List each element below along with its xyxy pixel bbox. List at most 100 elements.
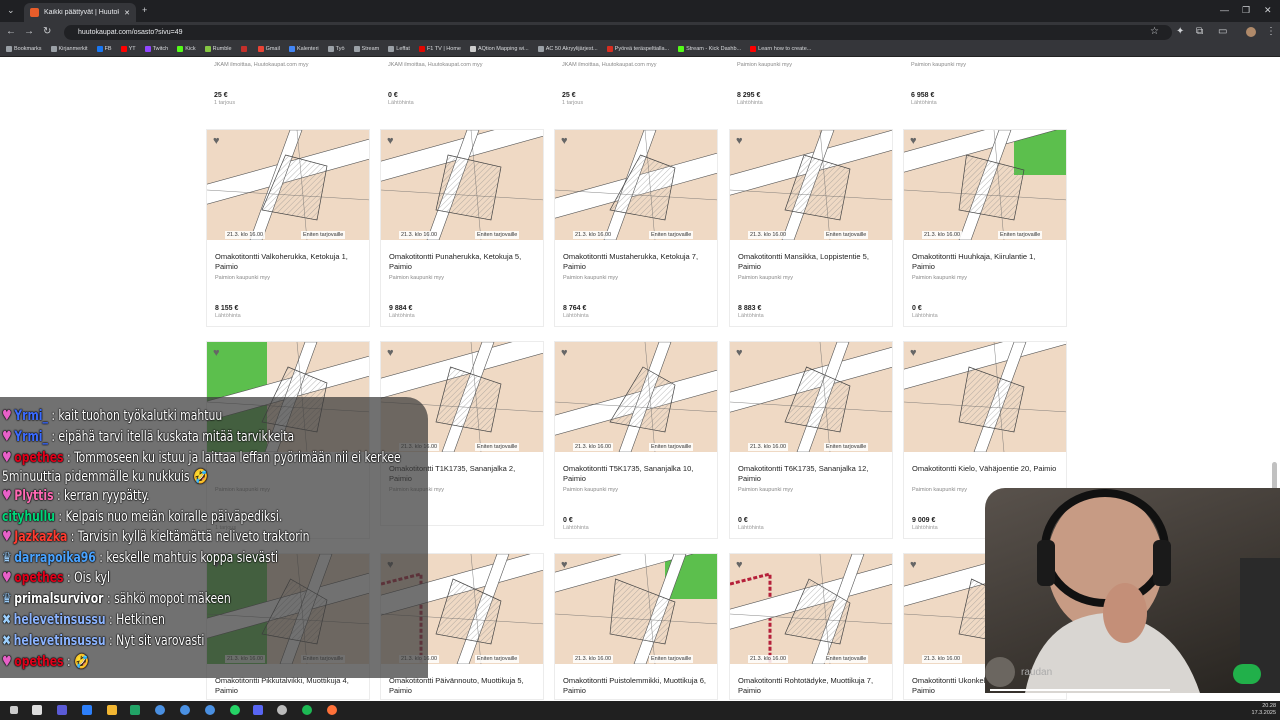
chat-username[interactable]: cityhullu: [2, 509, 55, 525]
puzzle-icon[interactable]: ⧉: [1196, 26, 1203, 38]
start-icon[interactable]: [32, 705, 42, 715]
favorite-heart-icon[interactable]: ♥: [387, 135, 394, 147]
card-image[interactable]: ♥ 21.3. klo 16.00 Eniten tarjovaille: [730, 342, 892, 452]
chrome-icon[interactable]: [155, 705, 165, 715]
chat-username[interactable]: helevetinsussu: [14, 633, 106, 649]
bookmark-item[interactable]: Stream - Kick Dashb...: [678, 46, 741, 52]
chat-username[interactable]: helevetinsussu: [14, 612, 106, 628]
bookmark-item[interactable]: [240, 46, 249, 52]
bookmark-item[interactable]: Kirjanmerkit: [50, 46, 88, 52]
listing-card[interactable]: ♥ 21.3. klo 16.00 Eniten tarjovailleOmakot…: [903, 129, 1067, 327]
discord-icon[interactable]: [253, 705, 263, 715]
address-bar[interactable]: huutokaupat.com/osasto?sivu=49: [64, 25, 1172, 40]
listing-title[interactable]: Omakotitontti T5K1735, Sananjalka 10, Pa…: [555, 452, 717, 487]
bookmark-item[interactable]: Rumble: [204, 46, 232, 52]
chat-username[interactable]: darrapoika96: [14, 550, 96, 566]
close-window-button[interactable]: ✕: [1264, 5, 1272, 15]
maximize-button[interactable]: ❐: [1242, 5, 1250, 15]
close-tab-icon[interactable]: ✕: [124, 9, 130, 17]
listing-card-partial[interactable]: JKAM ilmoittaa, Huutokaupat.com myy 25 €1…: [562, 62, 726, 106]
listing-card[interactable]: ♥ 21.3. klo 16.00 Eniten tarjovailleOmakot…: [554, 341, 718, 539]
listing-title[interactable]: Omakotitontti Puistolemmikki, Muottikuja…: [555, 664, 717, 699]
active-tab[interactable]: Kaikki päättyvät | Huutokaupat... ✕: [24, 3, 136, 22]
listing-title[interactable]: Omakotitontti Rohtotädyke, Muottikuja 7,…: [730, 664, 892, 699]
spotify-icon[interactable]: [302, 705, 312, 715]
whatsapp-icon[interactable]: [230, 705, 240, 715]
bookmark-item[interactable]: Bookmarks: [6, 46, 42, 52]
listing-title[interactable]: Omakotitontti Valkoherukka, Ketokuja 1, …: [207, 240, 369, 275]
listing-title[interactable]: Omakotitontti Kielo, Vähäjoentie 20, Pai…: [904, 452, 1066, 487]
bookmark-item[interactable]: AC 50 Akryylijärjest...: [537, 46, 598, 52]
app-icon-2[interactable]: [277, 705, 287, 715]
bookmark-item[interactable]: Twitch: [144, 46, 168, 52]
bookmark-item[interactable]: YT: [120, 46, 136, 52]
bookmark-item[interactable]: FB: [96, 46, 112, 52]
card-image[interactable]: ♥ 21.3. klo 16.00 Eniten tarjovaille: [207, 130, 369, 240]
chat-fab-button[interactable]: [1233, 664, 1261, 684]
favorite-heart-icon[interactable]: ♥: [910, 347, 917, 359]
menu-icon[interactable]: ⋮: [1266, 26, 1276, 38]
favorite-heart-icon[interactable]: ♥: [213, 347, 220, 359]
listing-card[interactable]: ♥ 21.3. klo 16.00 Eniten tarjovailleOmakot…: [554, 129, 718, 327]
search-icon[interactable]: [10, 706, 18, 714]
listing-card[interactable]: ♥ 21.3. klo 16.00 Eniten tarjovailleOmakot…: [380, 129, 544, 327]
card-image[interactable]: ♥ 21.3. klo 16.00 Eniten tarjovaille: [904, 130, 1066, 240]
profile-avatar[interactable]: [1246, 27, 1256, 37]
favorite-heart-icon[interactable]: ♥: [213, 135, 220, 147]
listing-card[interactable]: ♥ 21.3. klo 16.00 Eniten tarjovailleOmakot…: [729, 341, 893, 539]
card-image[interactable]: ♥ 21.3. klo 16.00 Eniten tarjovaille: [555, 342, 717, 452]
chat-username[interactable]: Plyttis: [14, 488, 53, 504]
favorite-heart-icon[interactable]: ♥: [910, 559, 917, 571]
bookmark-item[interactable]: AQtion Mapping wi...: [469, 46, 529, 52]
card-image[interactable]: ♥ 21.3. klo 16.00 Eniten tarjovaille: [381, 130, 543, 240]
bookmark-item[interactable]: Learn how to create...: [750, 46, 811, 52]
forward-icon[interactable]: →: [24, 26, 34, 38]
listing-title[interactable]: Omakotitontti Mustaherukka, Ketokuja 7, …: [555, 240, 717, 275]
bookmark-item[interactable]: Työ: [327, 46, 345, 52]
app-icon-1[interactable]: [82, 705, 92, 715]
listing-card-partial[interactable]: Paimion kaupunki myy 6 958 € Lähtöhinta: [911, 62, 1075, 106]
excel-icon[interactable]: [130, 705, 140, 715]
bookmark-item[interactable]: Kalenteri: [288, 46, 319, 52]
favorite-heart-icon[interactable]: ♥: [736, 347, 743, 359]
listing-title[interactable]: Omakotitontti Mansikka, Loppistentie 5, …: [730, 240, 892, 275]
bookmark-item[interactable]: Pyöreä teräspeltialla...: [606, 46, 669, 52]
listing-card[interactable]: ♥ 21.3. klo 16.00 Eniten tarjovailleOmakot…: [729, 553, 893, 700]
card-image[interactable]: ♥: [904, 342, 1066, 452]
minimize-button[interactable]: —: [1220, 5, 1229, 15]
bookmark-item[interactable]: Kick: [177, 46, 196, 52]
chrome-icon-2[interactable]: [180, 705, 190, 715]
card-image[interactable]: ♥ 21.3. klo 16.00 Eniten tarjovaille: [555, 130, 717, 240]
taskview-icon[interactable]: [57, 705, 67, 715]
chat-username[interactable]: opethes: [14, 570, 63, 586]
favorite-heart-icon[interactable]: ♥: [561, 135, 568, 147]
chat-username[interactable]: primalsurvivor: [14, 591, 103, 607]
bookmark-item[interactable]: Leffat: [388, 46, 410, 52]
favorite-heart-icon[interactable]: ♥: [387, 347, 394, 359]
chat-username[interactable]: Yrmi_: [14, 429, 48, 445]
reload-icon[interactable]: ↻: [43, 26, 51, 38]
bookmark-item[interactable]: Gmail: [257, 46, 280, 52]
back-icon[interactable]: ←: [6, 26, 16, 38]
chat-username[interactable]: opethes: [14, 654, 63, 670]
system-clock[interactable]: 20.28 17.3.2025: [1252, 703, 1276, 717]
listing-title[interactable]: Omakotitontti Huuhkaja, Kiirulantie 1, P…: [904, 240, 1066, 275]
bookmark-star-icon[interactable]: ☆: [1150, 26, 1159, 38]
chat-username[interactable]: Yrmi_: [14, 408, 48, 424]
favorite-heart-icon[interactable]: ♥: [736, 135, 743, 147]
listing-title[interactable]: Omakotitontti T6K1735, Sananjalka 12, Pa…: [730, 452, 892, 487]
listing-card[interactable]: ♥ 21.3. klo 16.00 Eniten tarjovailleOmakot…: [729, 129, 893, 327]
sidebar-icon[interactable]: ▭: [1218, 26, 1227, 38]
listing-card-partial[interactable]: JKAM ilmoittaa, Huutokaupat.com myy 0 € Lä…: [388, 62, 552, 106]
card-image[interactable]: ♥ 21.3. klo 16.00 Eniten tarjovaille: [555, 554, 717, 664]
bookmark-item[interactable]: F1 TV | Home: [418, 46, 461, 52]
tab-search-icon[interactable]: ⌄: [7, 5, 15, 15]
file-explorer-icon[interactable]: [107, 705, 117, 715]
extensions-icon[interactable]: ✦: [1176, 26, 1184, 38]
listing-card[interactable]: ♥ 21.3. klo 16.00 Eniten tarjovailleOmakot…: [206, 129, 370, 327]
favorite-heart-icon[interactable]: ♥: [561, 559, 568, 571]
card-image[interactable]: ♥ 21.3. klo 16.00 Eniten tarjovaille: [730, 130, 892, 240]
listing-card-partial[interactable]: Paimion kaupunki myy 8 295 € Lähtöhinta: [737, 62, 901, 106]
chat-username[interactable]: Jazkazka: [14, 529, 67, 545]
bookmark-item[interactable]: Stream: [353, 46, 379, 52]
